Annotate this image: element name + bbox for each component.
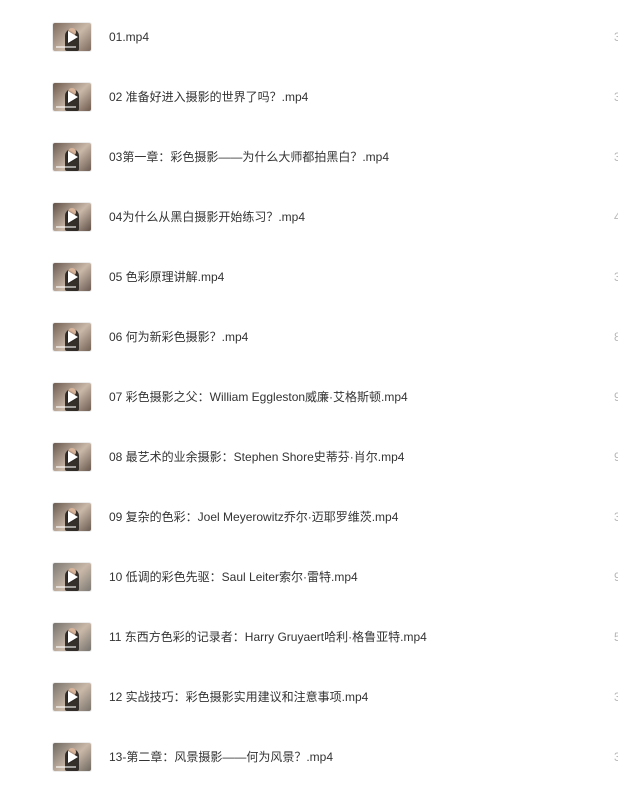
file-row[interactable]: 08 最艺术的业余摄影：Stephen Shore史蒂芬·肖尔.mp4 9 [0,439,618,499]
file-row[interactable]: 09 复杂的色彩：Joel Meyerowitz乔尔·迈耶罗维茨.mp4 3 [0,499,618,559]
thumbnail-caption-bar [56,46,76,48]
file-row[interactable]: 12 实战技巧：彩色摄影实用建议和注意事项.mp4 3 [0,679,618,739]
play-icon[interactable] [68,391,78,403]
file-name[interactable]: 08 最艺术的业余摄影：Stephen Shore史蒂芬·肖尔.mp4 [109,449,404,465]
file-name[interactable]: 07 彩色摄影之父：William Eggleston威廉·艾格斯顿.mp4 [109,389,408,405]
file-size-clipped: 9 [614,390,618,404]
file-name[interactable]: 06 何为新彩色摄影？.mp4 [109,329,248,345]
file-name[interactable]: 05 色彩原理讲解.mp4 [109,269,224,285]
thumbnail-caption-bar [56,346,76,348]
file-name[interactable]: 12 实战技巧：彩色摄影实用建议和注意事项.mp4 [109,689,368,705]
file-size-clipped: 3 [614,150,618,164]
video-thumbnail[interactable] [53,323,91,351]
file-row[interactable]: 06 何为新彩色摄影？.mp4 8 [0,319,618,379]
thumbnail-caption-bar [56,166,76,168]
play-icon[interactable] [68,91,78,103]
thumbnail-caption-bar [56,526,76,528]
video-thumbnail[interactable] [53,683,91,711]
video-thumbnail[interactable] [53,203,91,231]
file-size-clipped: 3 [614,750,618,764]
video-thumbnail[interactable] [53,563,91,591]
video-thumbnail[interactable] [53,743,91,771]
thumbnail-caption-bar [56,586,76,588]
video-thumbnail[interactable] [53,83,91,111]
file-row[interactable]: 07 彩色摄影之父：William Eggleston威廉·艾格斯顿.mp4 9 [0,379,618,439]
play-icon[interactable] [68,211,78,223]
file-name[interactable]: 09 复杂的色彩：Joel Meyerowitz乔尔·迈耶罗维茨.mp4 [109,509,398,525]
video-thumbnail[interactable] [53,23,91,51]
thumbnail-caption-bar [56,406,76,408]
file-name[interactable]: 04为什么从黑白摄影开始练习？.mp4 [109,209,305,225]
thumbnail-caption-bar [56,706,76,708]
file-row[interactable]: 11 东西方色彩的记录者：Harry Gruyaert哈利·格鲁亚特.mp4 5 [0,619,618,679]
file-row[interactable]: 03第一章：彩色摄影——为什么大师都拍黑白？.mp4 3 [0,139,618,199]
thumbnail-caption-bar [56,466,76,468]
thumbnail-caption-bar [56,766,76,768]
file-size-clipped: 3 [614,270,618,284]
file-row[interactable]: 04为什么从黑白摄影开始练习？.mp4 4 [0,199,618,259]
video-thumbnail[interactable] [53,503,91,531]
play-icon[interactable] [68,451,78,463]
play-icon[interactable] [68,511,78,523]
play-icon[interactable] [68,571,78,583]
play-icon[interactable] [68,751,78,763]
video-thumbnail[interactable] [53,623,91,651]
file-name[interactable]: 02 准备好进入摄影的世界了吗？.mp4 [109,89,308,105]
file-name[interactable]: 11 东西方色彩的记录者：Harry Gruyaert哈利·格鲁亚特.mp4 [109,629,427,645]
thumbnail-caption-bar [56,286,76,288]
file-row[interactable]: 01.mp4 3 [0,19,618,79]
play-icon[interactable] [68,691,78,703]
video-thumbnail[interactable] [53,263,91,291]
file-name[interactable]: 03第一章：彩色摄影——为什么大师都拍黑白？.mp4 [109,149,389,165]
play-icon[interactable] [68,31,78,43]
file-name[interactable]: 01.mp4 [109,29,149,45]
play-icon[interactable] [68,631,78,643]
thumbnail-caption-bar [56,226,76,228]
play-icon[interactable] [68,271,78,283]
file-row[interactable]: 10 低调的彩色先驱：Saul Leiter索尔·雷特.mp4 9 [0,559,618,619]
file-size-clipped: 9 [614,450,618,464]
file-size-clipped: 5 [614,630,618,644]
thumbnail-caption-bar [56,106,76,108]
file-size-clipped: 4 [614,210,618,224]
file-row[interactable]: 13-第二章：风景摄影——何为风景？.mp4 3 [0,739,618,799]
file-size-clipped: 3 [614,690,618,704]
file-size-clipped: 3 [614,90,618,104]
video-thumbnail[interactable] [53,143,91,171]
file-list: 01.mp4 3 02 准备好进入摄影的世界了吗？.mp4 3 03第一章：彩色摄影——… [0,0,618,776]
file-row[interactable]: 05 色彩原理讲解.mp4 3 [0,259,618,319]
thumbnail-caption-bar [56,646,76,648]
play-icon[interactable] [68,331,78,343]
file-size-clipped: 9 [614,570,618,584]
play-icon[interactable] [68,151,78,163]
file-size-clipped: 8 [614,330,618,344]
file-row[interactable]: 02 准备好进入摄影的世界了吗？.mp4 3 [0,79,618,139]
file-size-clipped: 3 [614,510,618,524]
file-size-clipped: 3 [614,30,618,44]
file-name[interactable]: 13-第二章：风景摄影——何为风景？.mp4 [109,749,333,765]
file-name[interactable]: 10 低调的彩色先驱：Saul Leiter索尔·雷特.mp4 [109,569,358,585]
video-thumbnail[interactable] [53,383,91,411]
video-thumbnail[interactable] [53,443,91,471]
